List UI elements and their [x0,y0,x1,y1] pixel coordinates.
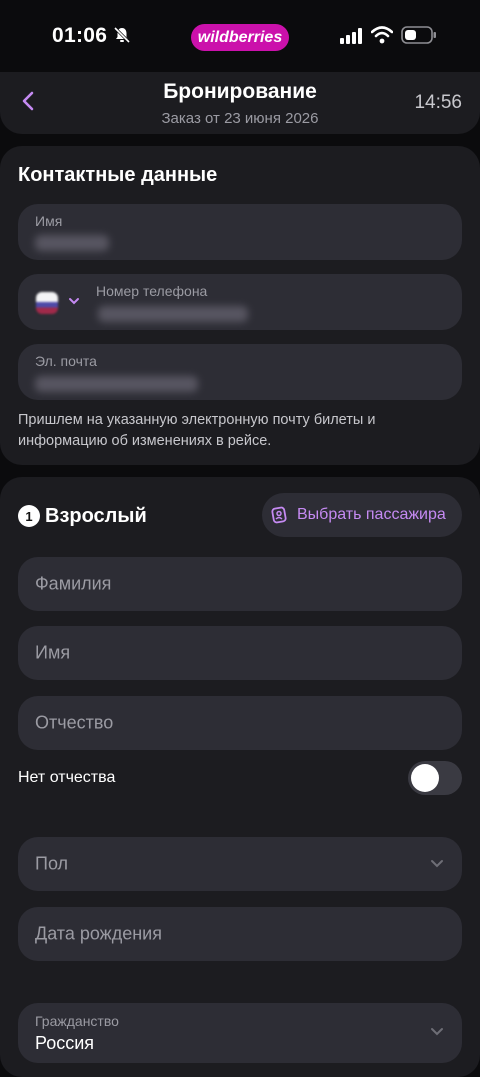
gender-select[interactable]: Пол [18,837,462,891]
patronymic-input[interactable]: Отчество [18,696,462,750]
surname-input[interactable]: Фамилия [18,557,462,611]
passenger-card-icon [271,506,287,524]
contact-email-value [35,376,198,392]
contact-phone-label: Номер телефона [96,283,208,299]
contacts-title: Контактные данные [18,164,218,186]
page-title: Бронирование [163,80,317,103]
chevron-down-icon[interactable] [68,296,80,306]
battery-icon [401,26,436,44]
contacts-card: Контактные данные Имя Номер телефона Эл.… [0,146,480,465]
birthdate-input[interactable]: Дата рождения [18,907,462,961]
chevron-down-icon [431,1028,443,1036]
contact-phone-field[interactable]: Номер телефона [18,274,462,330]
citizenship-value: Россия [35,1033,95,1053]
patronymic-placeholder: Отчество [35,712,114,733]
contact-name-value [35,235,109,251]
contact-email-field[interactable]: Эл. почта [18,344,462,400]
country-flag-icon[interactable] [36,292,58,314]
first-name-placeholder: Имя [35,642,71,663]
contacts-hint: Пришлем на указанную электронную почту б… [18,412,376,449]
top-bar: Бронирование Заказ от 23 июня 2026 14:56 [0,72,480,134]
contact-name-field[interactable]: Имя [18,204,462,260]
wifi-icon [371,26,393,44]
passenger-number-badge: 1 [18,505,40,527]
surname-placeholder: Фамилия [35,573,112,594]
booking-timer: 14:56 [414,92,462,113]
order-date: Заказ от 23 июня 2026 [161,110,319,127]
passenger-title: Взрослый [45,505,147,527]
bell-off-icon [113,26,131,44]
contact-phone-value [98,306,248,322]
status-bar: 01:06 wildberries [0,0,480,72]
status-time: 01:06 [52,24,108,47]
no-patronymic-label: Нет отчества [18,769,116,786]
gender-placeholder: Пол [35,853,69,874]
citizenship-select[interactable]: Гражданство Россия [18,1003,462,1063]
toggle-knob [411,764,439,792]
signal-icon [340,28,362,44]
contact-name-label: Имя [35,213,63,229]
choose-passenger-label: Выбрать пассажира [297,506,446,523]
first-name-input[interactable]: Имя [18,626,462,680]
passenger-card: 1 Взрослый Выбрать пассажира Фамилия Имя… [0,477,480,1077]
brand-badge: wildberries [191,24,289,51]
birthdate-placeholder: Дата рождения [35,923,162,944]
citizenship-label: Гражданство [35,1013,119,1029]
no-patronymic-toggle[interactable] [408,761,462,795]
choose-passenger-button[interactable]: Выбрать пассажира [262,493,462,537]
contact-email-label: Эл. почта [35,353,97,369]
chevron-down-icon [431,860,443,868]
